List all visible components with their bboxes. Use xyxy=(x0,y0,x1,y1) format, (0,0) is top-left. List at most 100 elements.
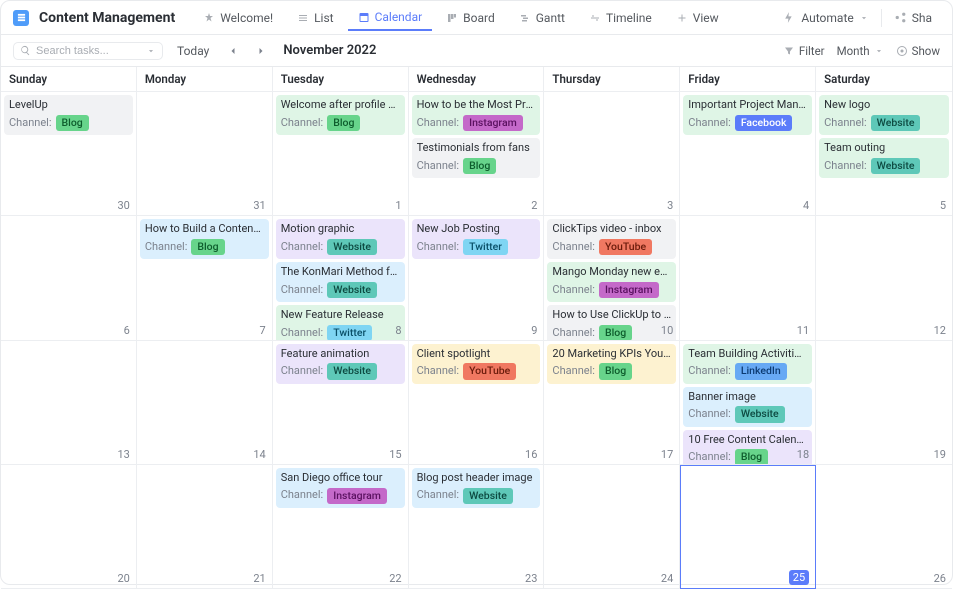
channel-label: Channel: xyxy=(9,116,52,131)
calendar-cell[interactable]: 12 xyxy=(816,216,952,340)
calendar-cell[interactable]: LevelUpChannel:Blog30 xyxy=(1,92,137,216)
calendar-cell[interactable]: New logoChannel:WebsiteTeam outingChanne… xyxy=(816,92,952,216)
calendar-cell[interactable]: 20 xyxy=(1,465,137,589)
calendar-cell[interactable]: 21 xyxy=(137,465,273,589)
day-header: Sunday xyxy=(1,67,137,92)
calendar-event[interactable]: Team Building Activities: 25 ExamplesCha… xyxy=(683,344,812,384)
calendar-cell[interactable]: Welcome after profile sign-upChannel:Blo… xyxy=(273,92,409,216)
view-gantt[interactable]: Gantt xyxy=(509,6,575,30)
channel-chip: Website xyxy=(327,282,377,298)
calendar-cell[interactable]: 31 xyxy=(137,92,273,216)
view-add[interactable]: View xyxy=(666,6,729,30)
calendar-event[interactable]: Motion graphicChannel:Website xyxy=(276,219,405,259)
event-title: New Job Posting xyxy=(417,222,536,237)
calendar-event[interactable]: LevelUpChannel:Blog xyxy=(4,95,133,135)
event-title: Banner image xyxy=(688,390,807,405)
calendar-cell[interactable]: Important Project ManagementChannel:Face… xyxy=(680,92,816,216)
period-button[interactable]: Month xyxy=(837,44,884,58)
today-button[interactable]: Today xyxy=(171,41,215,61)
calendar-cell[interactable]: 19 xyxy=(816,341,952,465)
automate-button[interactable]: Automate xyxy=(775,7,876,29)
calendar-cell[interactable]: ClickTips video - inboxChannel:YouTubeMa… xyxy=(544,216,680,340)
date-number: 12 xyxy=(934,324,946,337)
calendar-header: Sunday Monday Tuesday Wednesday Thursday… xyxy=(1,67,952,92)
chevron-down-icon[interactable] xyxy=(146,46,156,56)
filter-button[interactable]: Filter xyxy=(783,44,825,58)
channel-label: Channel: xyxy=(688,364,731,379)
calendar-event[interactable]: Banner imageChannel:Website xyxy=(683,387,812,427)
calendar-cell[interactable]: 13 xyxy=(1,341,137,465)
calendar-event[interactable]: Testimonials from fansChannel:Blog xyxy=(412,138,541,178)
calendar-cell[interactable]: Team Building Activities: 25 ExamplesCha… xyxy=(680,341,816,465)
calendar-event[interactable]: Client spotlightChannel:YouTube xyxy=(412,344,541,384)
view-list[interactable]: List xyxy=(287,6,344,30)
channel-chip: Blog xyxy=(599,325,632,340)
calendar-event[interactable]: Important Project ManagementChannel:Face… xyxy=(683,95,812,135)
calendar-cell[interactable]: 6 xyxy=(1,216,137,340)
view-calendar[interactable]: Calendar xyxy=(348,5,433,31)
search-input-wrap[interactable] xyxy=(13,42,163,60)
calendar-event[interactable]: Mango Monday new employeeChannel:Instagr… xyxy=(547,262,676,302)
channel-chip: Facebook xyxy=(735,115,793,131)
calendar-event[interactable]: ClickTips video - inboxChannel:YouTube xyxy=(547,219,676,259)
share-label: Sha xyxy=(912,11,932,25)
calendar-cell[interactable]: 20 Marketing KPIs You Need toChannel:Blo… xyxy=(544,341,680,465)
channel-chip: Twitter xyxy=(463,239,508,255)
prev-month-button[interactable] xyxy=(223,41,243,61)
date-number: 17 xyxy=(661,448,673,461)
calendar-event[interactable]: San Diego office tourChannel:Instagram xyxy=(276,468,405,508)
calendar-event[interactable]: New Job PostingChannel:Twitter xyxy=(412,219,541,259)
event-title: Important Project Management xyxy=(688,98,807,113)
channel-label: Channel: xyxy=(824,159,867,174)
show-button[interactable]: Show xyxy=(896,44,940,58)
channel-label: Channel: xyxy=(417,364,460,379)
calendar-event[interactable]: Welcome after profile sign-upChannel:Blo… xyxy=(276,95,405,135)
next-month-button[interactable] xyxy=(251,41,271,61)
calendar-cell[interactable]: How to be the Most ProductiveChannel:Ins… xyxy=(409,92,545,216)
calendar-cell[interactable]: Blog post header imageChannel:Website23 xyxy=(409,465,545,589)
calendar-cell[interactable]: 14 xyxy=(137,341,273,465)
event-title: The KonMari Method for Project xyxy=(281,265,400,280)
calendar-cell[interactable]: 24 xyxy=(544,465,680,589)
event-title: 10 Free Content Calendar Templates xyxy=(688,433,807,448)
calendar-event[interactable]: How to be the Most ProductiveChannel:Ins… xyxy=(412,95,541,135)
channel-chip: Instagram xyxy=(327,488,387,504)
calendar-cell[interactable]: Motion graphicChannel:WebsiteThe KonMari… xyxy=(273,216,409,340)
date-number: 7 xyxy=(260,324,266,337)
calendar-cell[interactable]: 3 xyxy=(544,92,680,216)
calendar-event[interactable]: The KonMari Method for ProjectChannel:We… xyxy=(276,262,405,302)
calendar-cell[interactable]: How to Build a Content CreationChannel:B… xyxy=(137,216,273,340)
channel-label: Channel: xyxy=(281,116,324,131)
calendar-event[interactable]: Feature animationChannel:Website xyxy=(276,344,405,384)
date-number: 3 xyxy=(667,199,673,212)
calendar-event[interactable]: New Feature ReleaseChannel:Twitter xyxy=(276,305,405,340)
calendar-cell[interactable]: Feature animationChannel:Website15 xyxy=(273,341,409,465)
calendar-cell[interactable]: 25 xyxy=(680,465,816,589)
calendar-cell[interactable]: San Diego office tourChannel:Instagram22 xyxy=(273,465,409,589)
date-number: 31 xyxy=(253,199,265,212)
calendar-event[interactable]: How to Build a Content CreationChannel:B… xyxy=(140,219,269,259)
search-input[interactable] xyxy=(36,45,136,57)
calendar-event[interactable]: Blog post header imageChannel:Website xyxy=(412,468,541,508)
calendar-event[interactable]: How to Use ClickUp to SucceedChannel:Blo… xyxy=(547,305,676,340)
date-number: 21 xyxy=(253,572,265,585)
view-board[interactable]: Board xyxy=(436,6,505,30)
share-button[interactable]: Sha xyxy=(886,7,940,29)
view-welcome[interactable]: Welcome! xyxy=(193,6,283,30)
event-title: 20 Marketing KPIs You Need to xyxy=(552,347,671,362)
event-title: Blog post header image xyxy=(417,471,536,486)
calendar-cell[interactable]: 26 xyxy=(816,465,952,589)
view-timeline[interactable]: Timeline xyxy=(579,6,662,30)
day-header: Friday xyxy=(680,67,816,92)
channel-chip: Blog xyxy=(327,115,360,131)
view-label: View xyxy=(693,11,719,25)
calendar-event[interactable]: 20 Marketing KPIs You Need toChannel:Blo… xyxy=(547,344,676,384)
channel-label: Channel: xyxy=(145,240,188,255)
calendar-cell[interactable]: Client spotlightChannel:YouTube16 xyxy=(409,341,545,465)
event-title: Mango Monday new employee xyxy=(552,265,671,280)
calendar-cell[interactable]: 11 xyxy=(680,216,816,340)
calendar-event[interactable]: 10 Free Content Calendar TemplatesChanne… xyxy=(683,430,812,465)
calendar-cell[interactable]: New Job PostingChannel:Twitter9 xyxy=(409,216,545,340)
calendar-event[interactable]: Team outingChannel:Website xyxy=(819,138,949,178)
calendar-event[interactable]: New logoChannel:Website xyxy=(819,95,949,135)
